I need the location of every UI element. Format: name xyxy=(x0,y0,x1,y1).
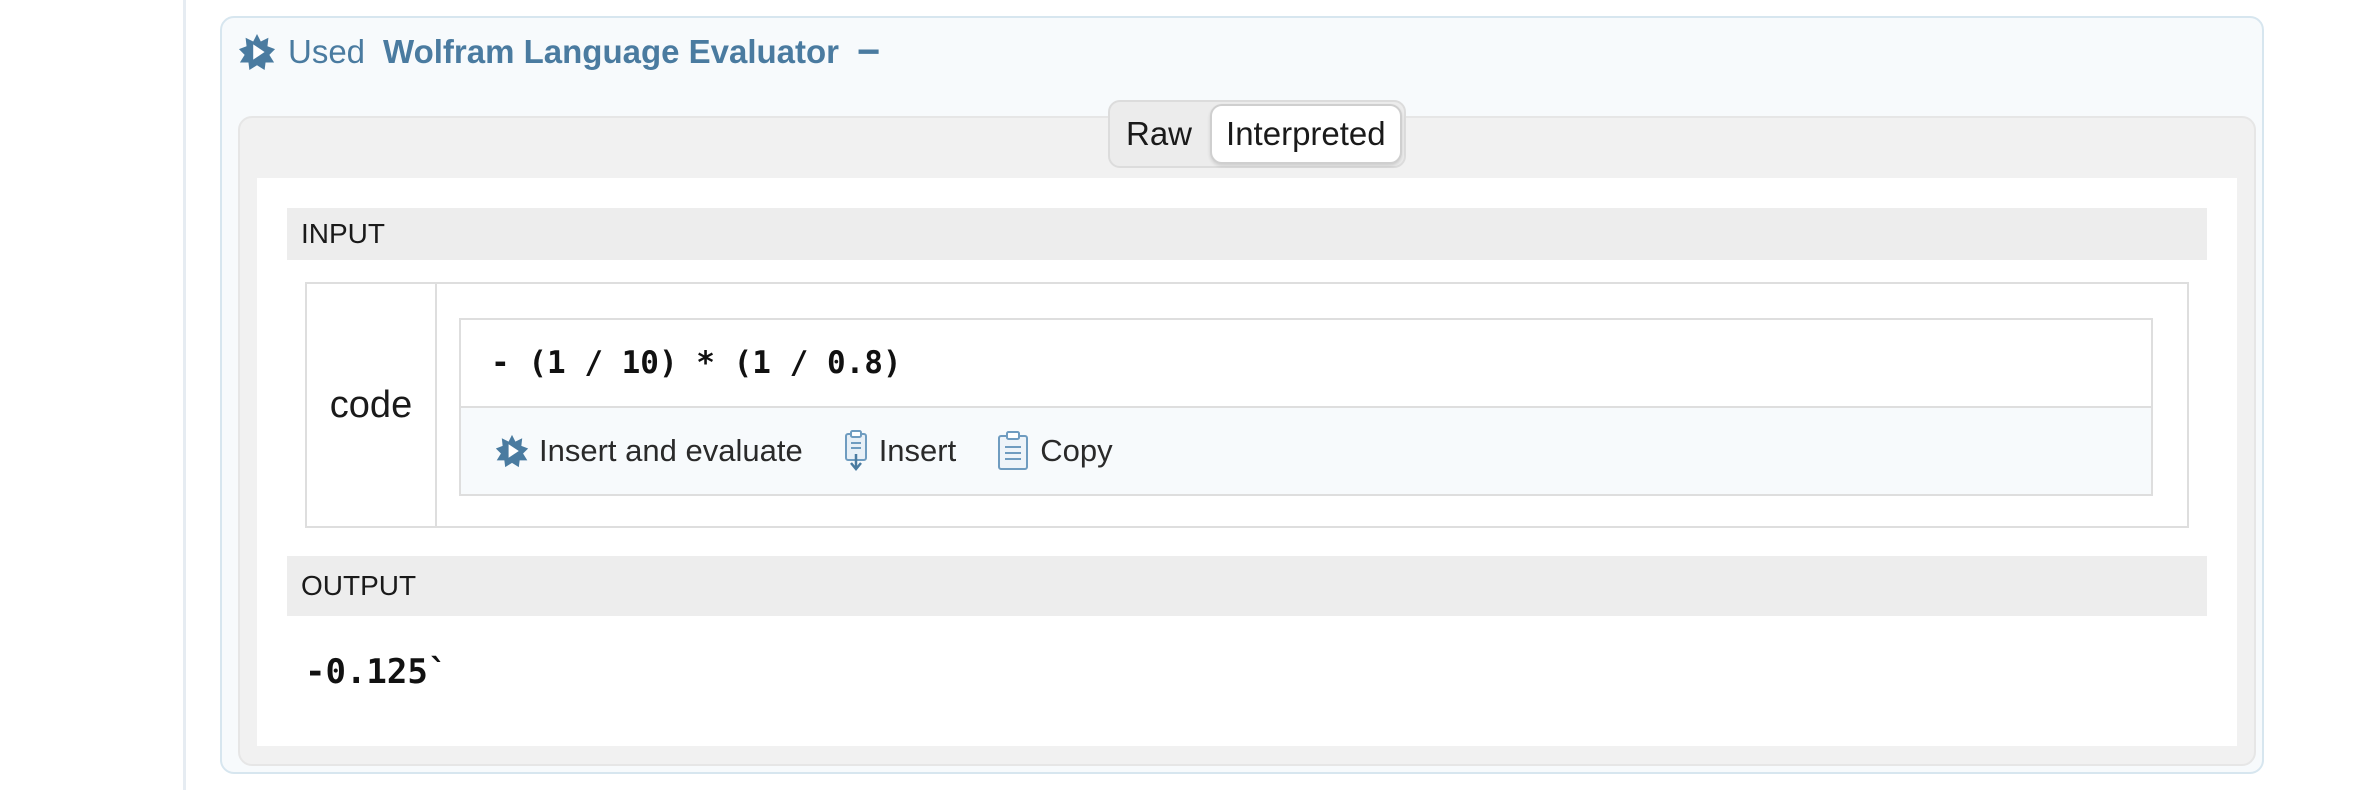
toggle-raw-button[interactable]: Raw xyxy=(1110,102,1208,166)
insert-and-evaluate-button[interactable]: Insert and evaluate xyxy=(495,433,803,469)
output-section-header: OUTPUT xyxy=(287,556,2207,616)
tool-call-panel: Used Wolfram Language Evaluator − Raw In… xyxy=(220,16,2264,774)
copy-button[interactable]: Copy xyxy=(996,431,1113,471)
view-toggle: Raw Interpreted xyxy=(1108,100,1406,168)
param-name-label: code xyxy=(307,284,437,526)
insert-button[interactable]: Insert xyxy=(843,430,957,472)
wolfram-spiky-icon xyxy=(238,33,276,71)
wolfram-spiky-icon xyxy=(495,434,529,468)
tool-call-header[interactable]: Used Wolfram Language Evaluator − xyxy=(238,24,880,80)
interpreted-view: INPUT code - (1 / 10) * (1 / 0.8) Insert… xyxy=(257,178,2237,746)
collapse-button[interactable]: − xyxy=(857,32,880,72)
copy-label: Copy xyxy=(1040,433,1113,468)
insert-label: Insert xyxy=(878,433,957,468)
toggle-interpreted-button[interactable]: Interpreted xyxy=(1210,104,1402,164)
input-section-header: INPUT xyxy=(287,208,2207,260)
tool-name: Wolfram Language Evaluator xyxy=(383,33,840,70)
output-value: -0.125` xyxy=(305,652,449,692)
input-parameter-table: code - (1 / 10) * (1 / 0.8) Insert and e… xyxy=(305,282,2189,528)
left-divider xyxy=(183,0,186,790)
code-text[interactable]: - (1 / 10) * (1 / 0.8) xyxy=(461,320,2151,408)
code-actions: Insert and evaluate Insert Copy xyxy=(461,408,2151,494)
insert-and-evaluate-label: Insert and evaluate xyxy=(539,433,803,468)
used-label: Used xyxy=(288,33,366,70)
tool-call-body: Raw Interpreted INPUT code - (1 / 10) * … xyxy=(238,100,2256,766)
code-block: - (1 / 10) * (1 / 0.8) Insert and evalua… xyxy=(459,318,2153,496)
insert-clipboard-icon xyxy=(843,430,869,472)
copy-clipboard-icon xyxy=(996,431,1030,471)
